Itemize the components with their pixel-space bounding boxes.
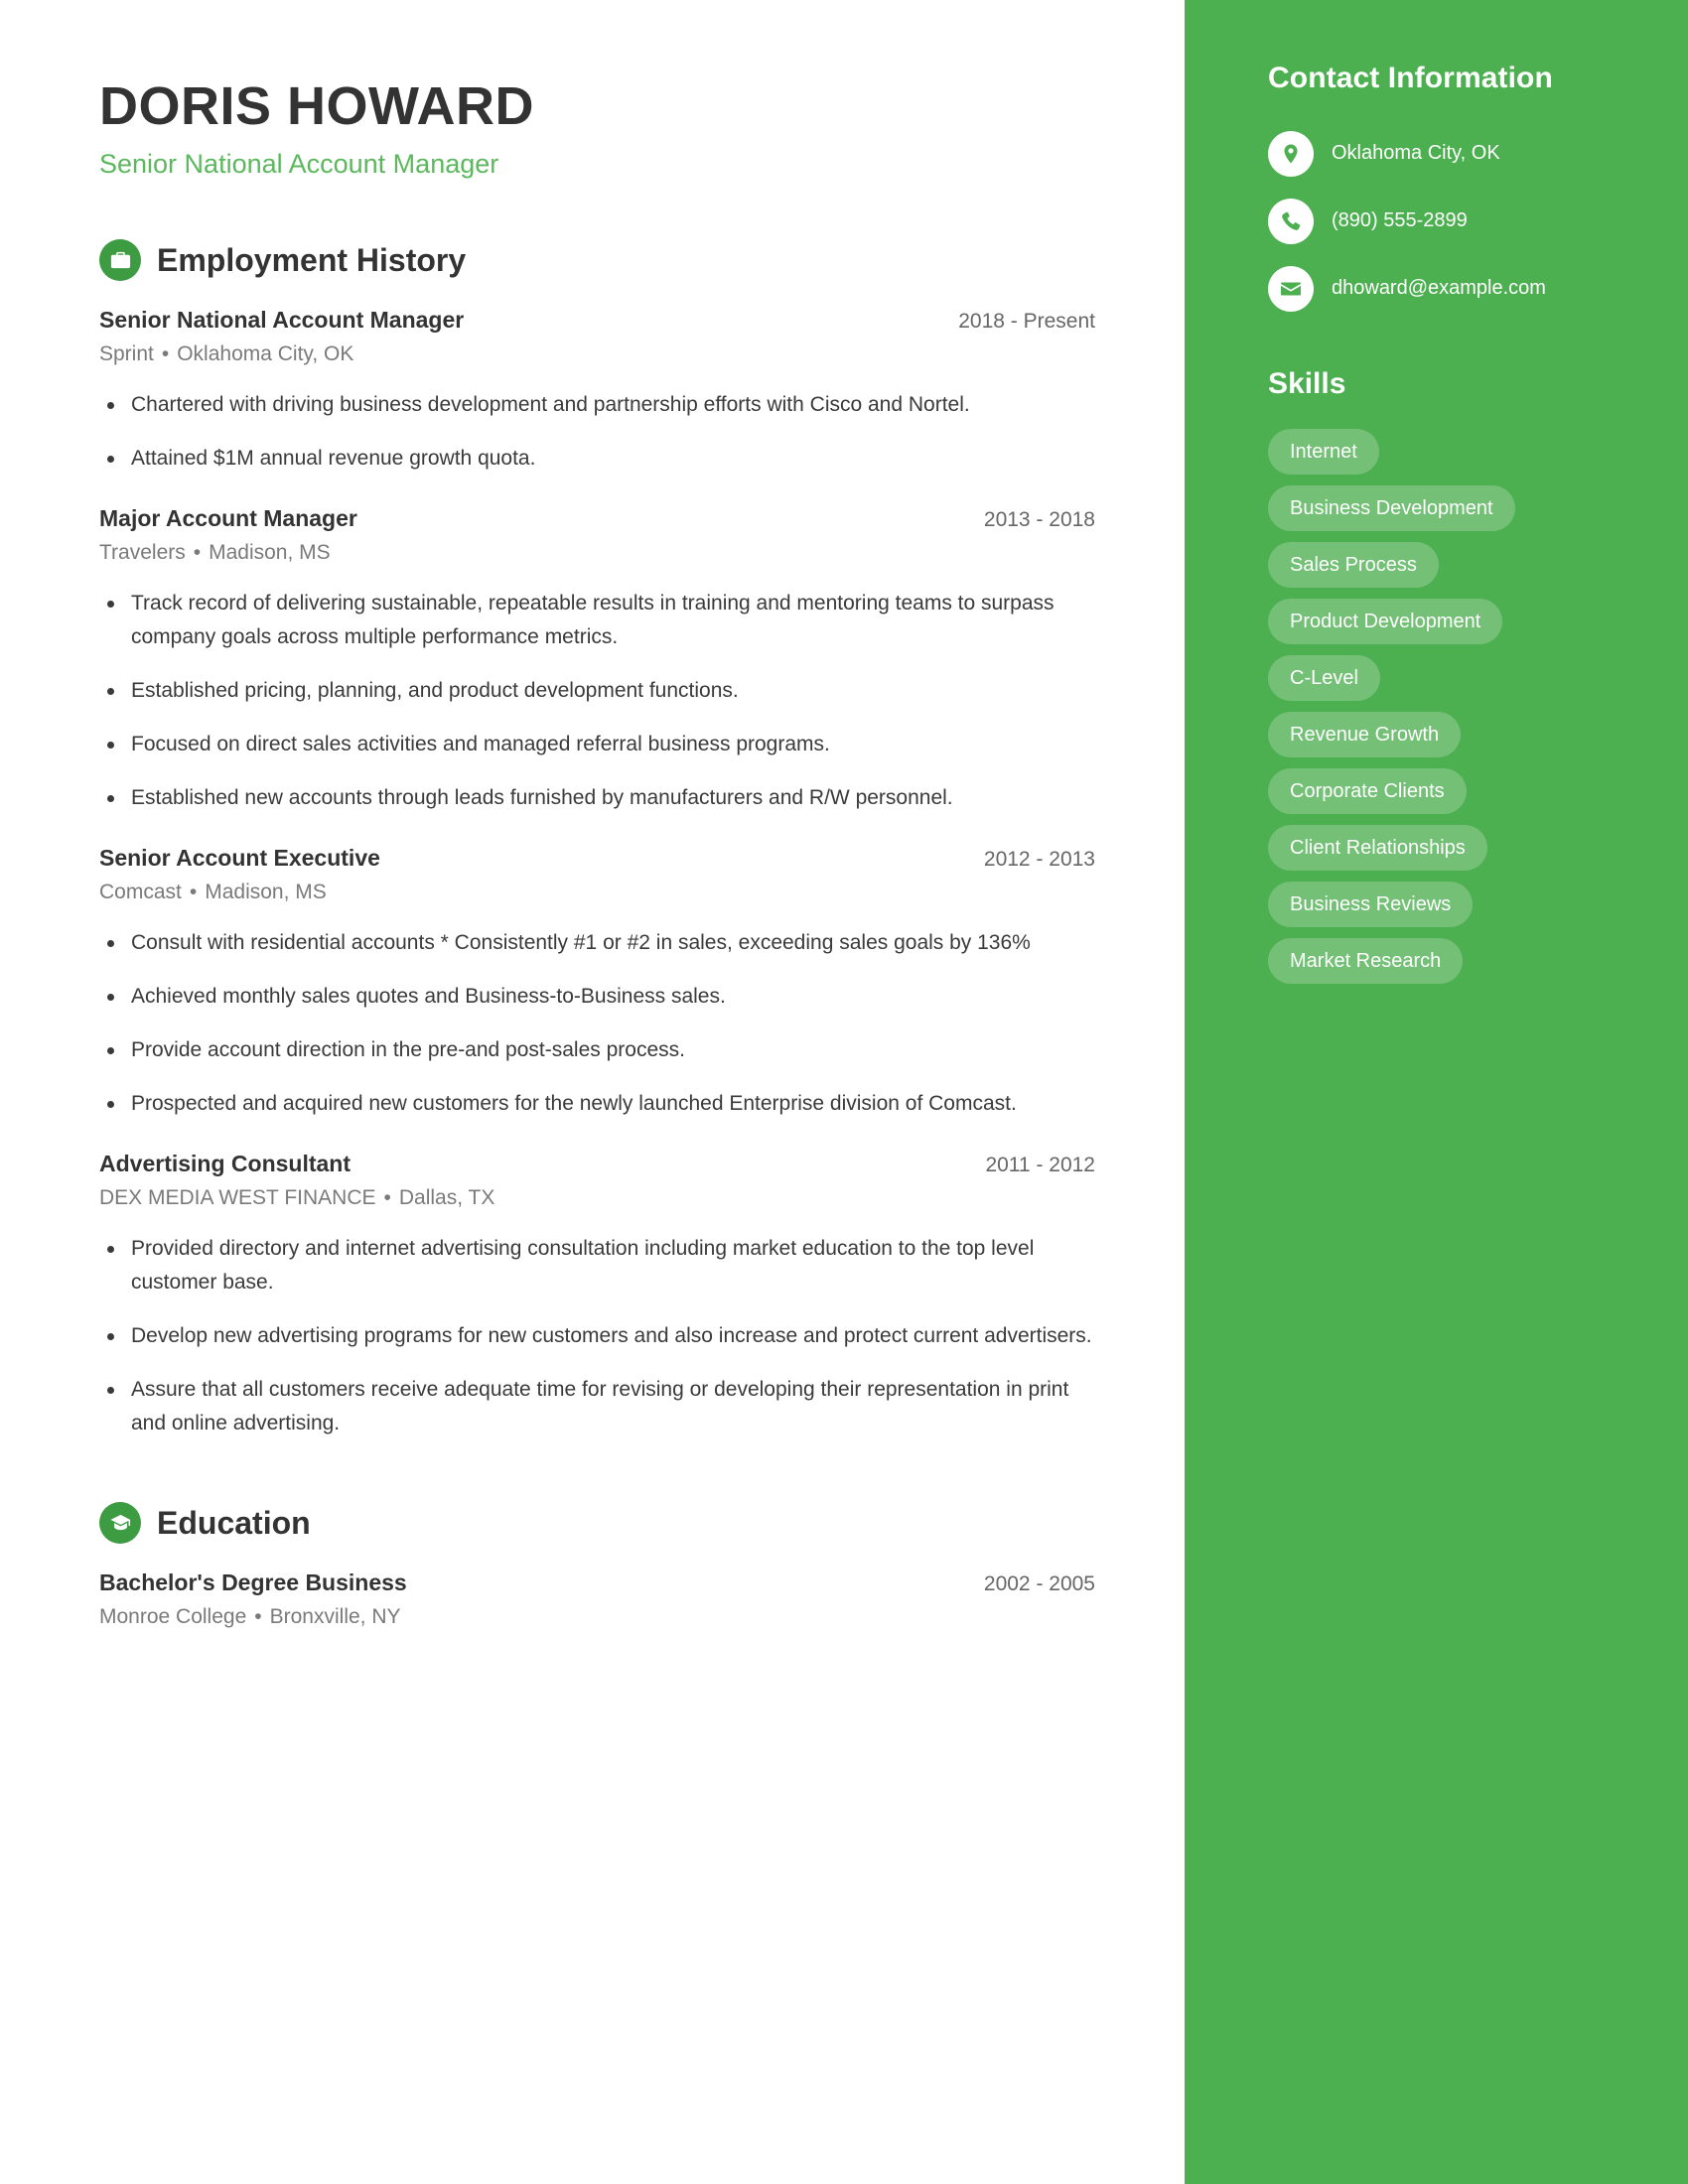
bullet-item: Achieved monthly sales quotes and Busine… bbox=[99, 980, 1092, 1014]
entry-dates: 2013 - 2018 bbox=[983, 508, 1095, 532]
bullet-item: Provide account direction in the pre-and… bbox=[99, 1033, 1092, 1067]
entry-location: Dallas, TX bbox=[398, 1186, 495, 1210]
entry-dates: 2012 - 2013 bbox=[983, 848, 1095, 872]
entry-company: Sprint bbox=[99, 342, 154, 366]
meta-separator: • bbox=[161, 342, 170, 366]
bullet-item: Established pricing, planning, and produ… bbox=[99, 674, 1092, 708]
meta-separator: • bbox=[383, 1186, 391, 1210]
meta-separator: • bbox=[189, 881, 198, 904]
entry-role: Senior National Account Manager bbox=[99, 307, 465, 334]
graduation-cap-icon bbox=[99, 1502, 141, 1545]
skill-pill: Product Development bbox=[1268, 599, 1503, 644]
entry-meta: Monroe College • Bronxville, NY bbox=[99, 1605, 1095, 1629]
entry-header-row: Bachelor's Degree Business 2002 - 2005 bbox=[99, 1570, 1095, 1596]
entry-location: Bronxville, NY bbox=[269, 1605, 401, 1629]
entry-dates: 2011 - 2012 bbox=[985, 1154, 1095, 1177]
contact-item-phone: (890) 555-2899 bbox=[1268, 199, 1640, 244]
entry-header-row: Senior National Account Manager 2018 - P… bbox=[99, 307, 1095, 334]
entry-role: Senior Account Executive bbox=[99, 845, 380, 872]
skill-pill: Revenue Growth bbox=[1268, 712, 1462, 757]
entry-bullets: Consult with residential accounts * Cons… bbox=[99, 926, 1095, 1121]
skill-pill: Corporate Clients bbox=[1268, 768, 1467, 814]
location-pin-icon bbox=[1268, 131, 1314, 177]
sidebar: Contact Information Oklahoma City, OK (8… bbox=[1185, 0, 1688, 2184]
entry-bullets: Provided directory and internet advertis… bbox=[99, 1232, 1095, 1440]
envelope-icon bbox=[1268, 266, 1314, 312]
skill-pill: Internet bbox=[1268, 429, 1379, 475]
entry-role: Advertising Consultant bbox=[99, 1151, 352, 1177]
contact-email-value: dhoward@example.com bbox=[1332, 277, 1546, 299]
skill-pill: Business Development bbox=[1268, 485, 1515, 531]
entry-dates: 2002 - 2005 bbox=[983, 1572, 1095, 1596]
contact-list: Oklahoma City, OK (890) 555-2899 dhoward… bbox=[1268, 131, 1640, 312]
employment-entry: Major Account Manager 2013 - 2018 Travel… bbox=[99, 505, 1095, 815]
bullet-item: Assure that all customers receive adequa… bbox=[99, 1373, 1092, 1440]
entry-meta: Sprint • Oklahoma City, OK bbox=[99, 342, 1095, 366]
contact-item-location: Oklahoma City, OK bbox=[1268, 131, 1640, 177]
entry-bullets: Track record of delivering sustainable, … bbox=[99, 587, 1095, 815]
bullet-item: Consult with residential accounts * Cons… bbox=[99, 926, 1092, 960]
entry-location: Oklahoma City, OK bbox=[177, 342, 354, 366]
school-name: Monroe College bbox=[99, 1605, 247, 1629]
entry-company: Comcast bbox=[99, 881, 182, 904]
skills-heading: Skills bbox=[1268, 367, 1346, 400]
candidate-name: DORIS HOWARD bbox=[99, 76, 534, 136]
employment-entry-list: Senior National Account Manager 2018 - P… bbox=[99, 307, 1095, 1440]
skills-list: Internet Business Development Sales Proc… bbox=[1268, 429, 1640, 995]
skill-pill: C-Level bbox=[1268, 655, 1380, 701]
bullet-item: Focused on direct sales activities and m… bbox=[99, 728, 1092, 761]
entry-company: Travelers bbox=[99, 541, 186, 565]
education-entry: Bachelor's Degree Business 2002 - 2005 M… bbox=[99, 1570, 1095, 1629]
entry-bullets: Chartered with driving business developm… bbox=[99, 388, 1095, 476]
employment-section-title: Employment History bbox=[157, 241, 467, 278]
main-column: DORIS HOWARD Senior National Account Man… bbox=[0, 0, 1185, 1659]
entry-header-row: Senior Account Executive 2012 - 2013 bbox=[99, 845, 1095, 872]
entry-header-row: Advertising Consultant 2011 - 2012 bbox=[99, 1151, 1095, 1177]
degree-title: Bachelor's Degree Business bbox=[99, 1570, 407, 1596]
entry-company: DEX MEDIA WEST FINANCE bbox=[99, 1186, 376, 1210]
contact-location-value: Oklahoma City, OK bbox=[1332, 142, 1500, 164]
meta-separator: • bbox=[254, 1605, 262, 1629]
skill-pill: Client Relationships bbox=[1268, 825, 1487, 871]
entry-location: Madison, MS bbox=[205, 881, 327, 904]
phone-icon bbox=[1268, 199, 1314, 244]
skill-pill: Market Research bbox=[1268, 938, 1464, 984]
contact-phone-value: (890) 555-2899 bbox=[1332, 209, 1468, 231]
bullet-item: Attained $1M annual revenue growth quota… bbox=[99, 442, 1092, 476]
entry-location: Madison, MS bbox=[209, 541, 331, 565]
entry-role: Major Account Manager bbox=[99, 505, 357, 532]
candidate-title: Senior National Account Manager bbox=[99, 149, 499, 180]
education-section-title: Education bbox=[157, 1504, 311, 1541]
bullet-item: Prospected and acquired new customers fo… bbox=[99, 1087, 1092, 1121]
contact-information-heading: Contact Information bbox=[1268, 62, 1553, 94]
entry-meta: Comcast • Madison, MS bbox=[99, 881, 1095, 904]
meta-separator: • bbox=[193, 541, 202, 565]
bullet-item: Provided directory and internet advertis… bbox=[99, 1232, 1092, 1299]
entry-meta: Travelers • Madison, MS bbox=[99, 541, 1095, 565]
resume-page: DORIS HOWARD Senior National Account Man… bbox=[0, 0, 1688, 2184]
entry-meta: DEX MEDIA WEST FINANCE • Dallas, TX bbox=[99, 1186, 1095, 1210]
bullet-item: Track record of delivering sustainable, … bbox=[99, 587, 1092, 654]
employment-entry: Senior National Account Manager 2018 - P… bbox=[99, 307, 1095, 476]
skill-pill: Sales Process bbox=[1268, 542, 1439, 588]
employment-entry: Advertising Consultant 2011 - 2012 DEX M… bbox=[99, 1151, 1095, 1440]
bullet-item: Chartered with driving business developm… bbox=[99, 388, 1092, 422]
briefcase-icon bbox=[99, 239, 141, 282]
employment-entry: Senior Account Executive 2012 - 2013 Com… bbox=[99, 845, 1095, 1121]
education-section-header: Education bbox=[99, 1502, 1095, 1545]
entry-header-row: Major Account Manager 2013 - 2018 bbox=[99, 505, 1095, 532]
bullet-item: Develop new advertising programs for new… bbox=[99, 1319, 1092, 1353]
employment-section-header: Employment History bbox=[99, 239, 1095, 282]
education-section: Education Bachelor's Degree Business 200… bbox=[99, 1502, 1095, 1629]
contact-item-email: dhoward@example.com bbox=[1268, 266, 1640, 312]
skill-pill: Business Reviews bbox=[1268, 882, 1474, 927]
bullet-item: Established new accounts through leads f… bbox=[99, 781, 1092, 815]
entry-dates: 2018 - Present bbox=[958, 310, 1095, 334]
